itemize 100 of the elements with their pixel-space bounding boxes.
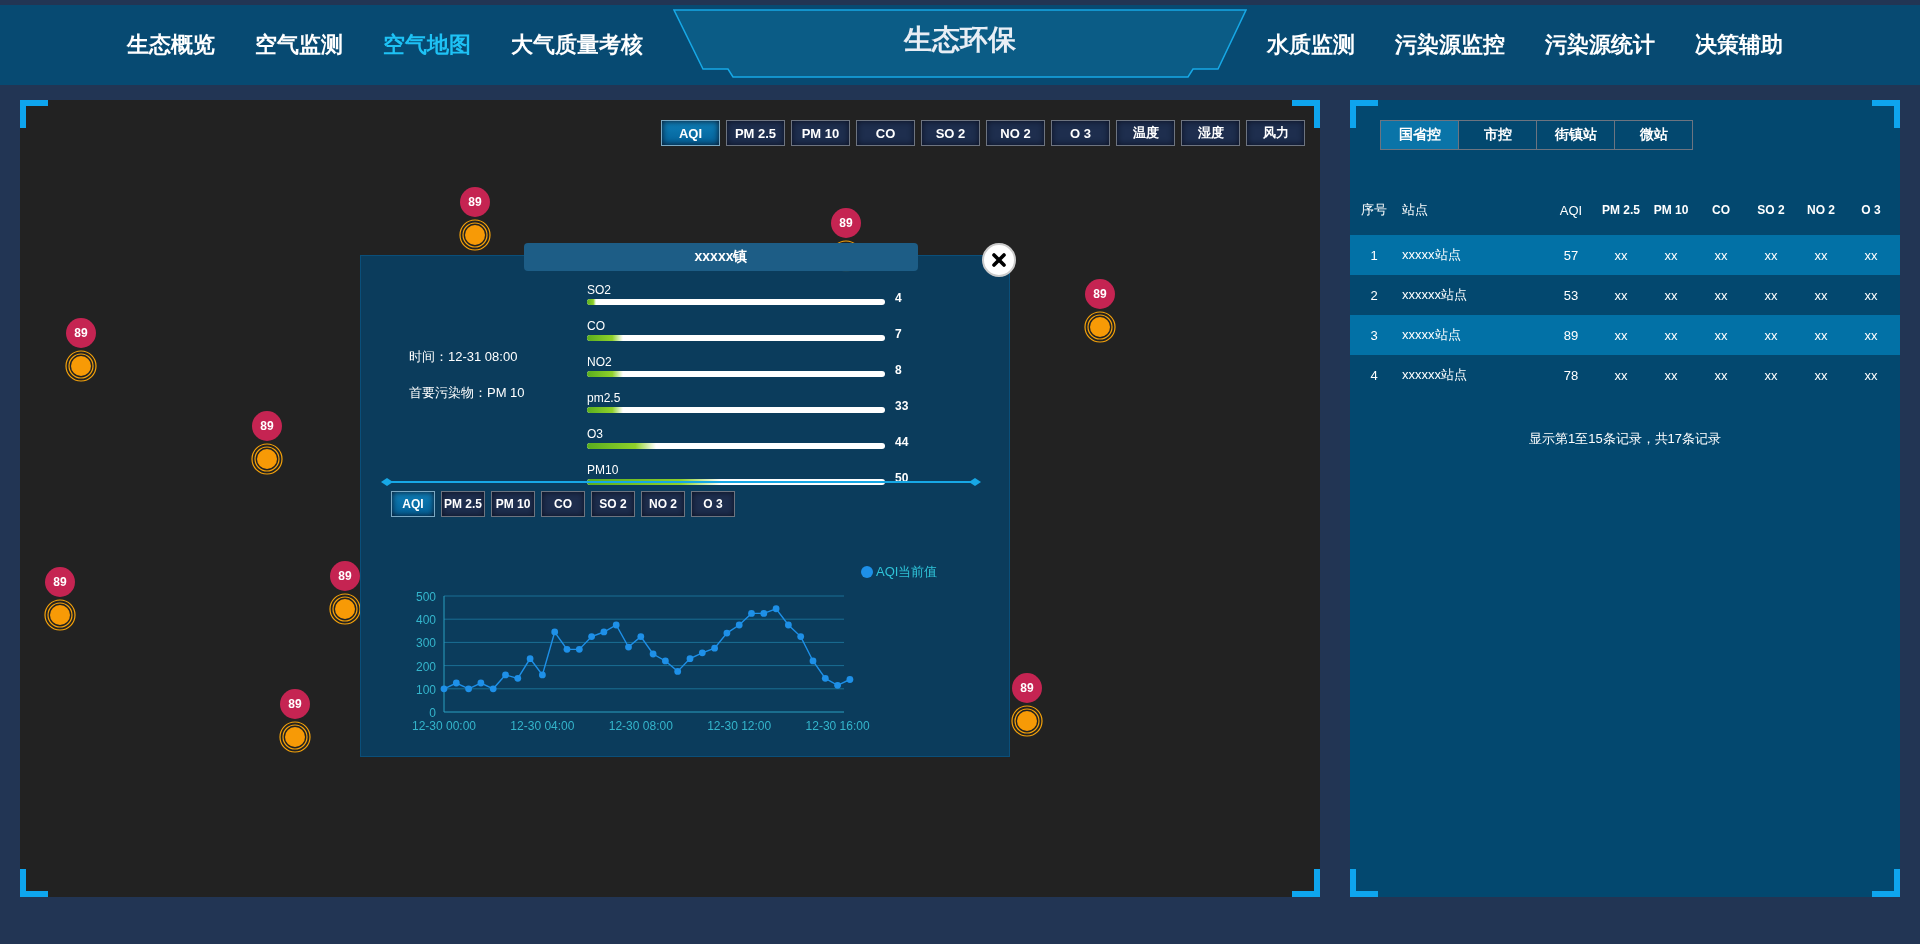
pollutant-tab[interactable]: O 3 xyxy=(691,491,735,517)
table-cell-text: xx xyxy=(1813,367,1829,383)
station-type-tab[interactable]: 街镇站 xyxy=(1536,120,1615,150)
station-type-tab[interactable]: 市控 xyxy=(1458,120,1537,150)
layer-button[interactable]: PM 2.5 xyxy=(726,120,785,146)
column-header: CO xyxy=(1711,203,1731,217)
station-type-tab[interactable]: 国省控 xyxy=(1380,120,1459,150)
table-cell-text: 1 xyxy=(1369,247,1379,263)
table-cell-text: xx xyxy=(1713,247,1729,263)
data-point xyxy=(465,685,472,693)
station-marker-icon[interactable] xyxy=(459,219,491,251)
nav-link[interactable]: 空气地图 xyxy=(363,30,491,60)
table-cell-text: xx xyxy=(1863,287,1879,303)
pollutant-label: O3 xyxy=(587,427,604,441)
pollutant-tab[interactable]: CO xyxy=(541,491,585,517)
corner-bracket xyxy=(1292,869,1320,897)
table-cell-text: xx xyxy=(1663,287,1679,303)
data-point xyxy=(514,674,522,682)
table-cell-text: xx xyxy=(1713,327,1729,343)
nav-link[interactable]: 决策辅助 xyxy=(1675,30,1803,60)
data-point xyxy=(612,621,620,629)
table-cell-text: xx xyxy=(1863,247,1879,263)
layer-button[interactable]: NO 2 xyxy=(986,120,1045,146)
table-row[interactable]: 3 xxxxx站点 89 xx xx xx xx xx xx xyxy=(1350,315,1900,355)
data-point xyxy=(748,610,755,617)
pollutant-tab[interactable]: AQI xyxy=(391,491,435,517)
layer-button[interactable]: 温度 xyxy=(1116,120,1175,146)
table-cell-text: xx xyxy=(1763,327,1779,343)
layer-button[interactable]: O 3 xyxy=(1051,120,1110,146)
table-cell-text: xx xyxy=(1663,247,1679,263)
data-point xyxy=(785,621,792,629)
station-marker-icon[interactable] xyxy=(44,599,76,631)
table-cell-text: 2 xyxy=(1369,287,1379,303)
layer-button[interactable]: AQI xyxy=(661,120,720,146)
data-point xyxy=(575,645,583,653)
table-row[interactable]: 2 xxxxxx站点 53 xx xx xx xx xx xx xyxy=(1350,275,1900,315)
station-type-tab[interactable]: 微站 xyxy=(1614,120,1693,150)
nav-link[interactable]: 大气质量考核 xyxy=(491,30,663,60)
layer-button[interactable]: PM 10 xyxy=(791,120,850,146)
data-point xyxy=(662,657,669,665)
corner-bracket xyxy=(20,100,48,128)
y-axis-label: 500 xyxy=(415,590,436,604)
page-title: 生态环保 xyxy=(904,23,1016,57)
pollutant-reading: 44 xyxy=(895,435,909,449)
data-point xyxy=(698,649,706,657)
layer-button[interactable]: 风力 xyxy=(1246,120,1305,146)
nav-link[interactable]: 水质监测 xyxy=(1247,30,1375,60)
data-point xyxy=(588,633,595,640)
data-point xyxy=(846,676,854,683)
data-point xyxy=(711,644,718,652)
station-marker-icon[interactable] xyxy=(65,350,97,382)
layer-button[interactable]: SO 2 xyxy=(921,120,980,146)
y-axis-label: 100 xyxy=(415,682,436,697)
pollutant-tab[interactable]: SO 2 xyxy=(591,491,635,517)
table-cell-text: xx xyxy=(1763,367,1779,383)
data-point xyxy=(674,668,682,675)
station-marker-icon[interactable] xyxy=(1011,705,1043,737)
pollutant-tab[interactable]: NO 2 xyxy=(641,491,685,517)
table-cell-text: 4 xyxy=(1369,367,1379,383)
data-point xyxy=(502,671,509,679)
station-marker-icon[interactable] xyxy=(1084,311,1116,343)
data-point xyxy=(526,655,534,663)
table-cell-text: xx xyxy=(1613,247,1629,263)
data-point xyxy=(452,679,460,687)
table-cell-text: 89 xyxy=(1562,327,1580,343)
nav-link[interactable]: 污染源监控 xyxy=(1375,30,1525,60)
table-cell-text: xx xyxy=(1663,367,1679,383)
primary-pollutant-text: 首要污染物：PM 10 xyxy=(409,384,526,402)
layer-button[interactable]: CO xyxy=(856,120,915,146)
column-header: NO 2 xyxy=(1806,203,1836,217)
table-cell-text: xx xyxy=(1863,327,1879,343)
data-point xyxy=(539,671,546,679)
pollutant-label: pm2.5 xyxy=(587,391,622,405)
corner-bracket xyxy=(20,869,48,897)
x-axis-label: 12-30 04:00 xyxy=(510,719,575,733)
pollutant-tab[interactable]: PM 2.5 xyxy=(441,491,485,517)
column-header: 序号 xyxy=(1360,201,1388,219)
nav-link[interactable]: 污染源统计 xyxy=(1525,30,1675,60)
nav-link[interactable]: 空气监测 xyxy=(235,30,363,60)
layer-button[interactable]: 湿度 xyxy=(1181,120,1240,146)
nav-link[interactable]: 生态概览 xyxy=(107,30,235,60)
pollutant-reading: 33 xyxy=(895,399,909,413)
table-row[interactable]: 1 xxxxx站点 57 xx xx xx xx xx xx xyxy=(1350,235,1900,275)
table-cell-text: xx xyxy=(1863,367,1879,383)
table-cell-text: 53 xyxy=(1562,287,1580,303)
table-cell-text: xx xyxy=(1813,327,1829,343)
data-point xyxy=(440,685,448,693)
y-axis-label: 0 xyxy=(429,706,436,720)
pollutant-label: SO2 xyxy=(587,283,612,297)
table-cell-text: xxxxx站点 xyxy=(1401,326,1462,344)
table-cell-text: 57 xyxy=(1562,247,1580,263)
table-cell-text: xx xyxy=(1663,327,1679,343)
table-cell-text: xx xyxy=(1713,287,1729,303)
pollutant-tab[interactable]: PM 10 xyxy=(491,491,535,517)
pollutant-label: NO2 xyxy=(587,355,613,369)
station-marker-icon[interactable] xyxy=(251,443,283,475)
station-marker-icon[interactable] xyxy=(329,593,361,625)
table-row[interactable]: 4 xxxxxx站点 78 xx xx xx xx xx xx xyxy=(1350,355,1900,395)
data-point xyxy=(625,643,632,651)
station-marker-icon[interactable] xyxy=(279,721,311,753)
